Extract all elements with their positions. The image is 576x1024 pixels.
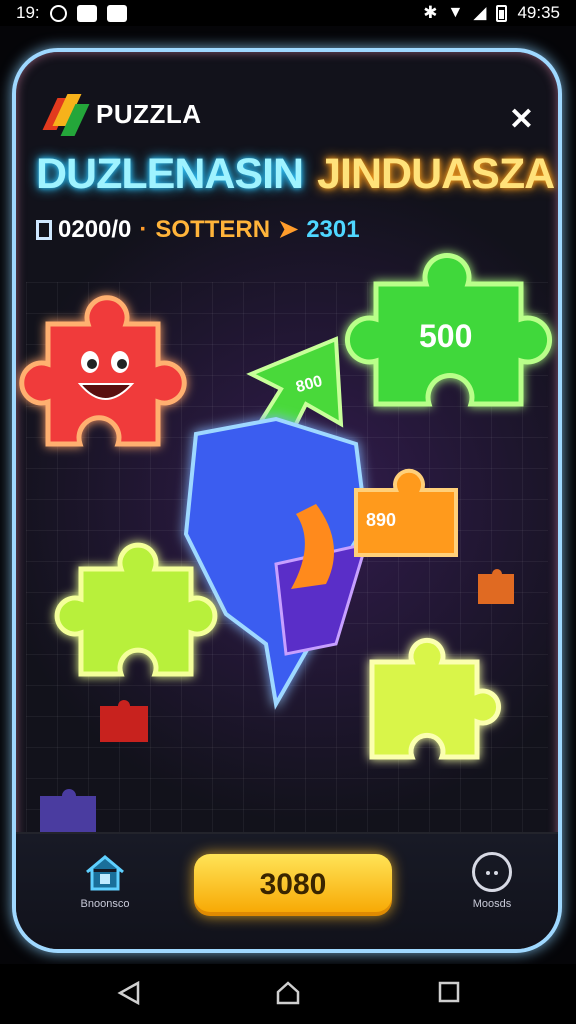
- notification-icon: [49, 4, 67, 22]
- separator-arrow: ➤: [278, 216, 299, 243]
- status-bar: 19: ✱ ▼ ◢ 49:35: [0, 0, 576, 26]
- score-value: 0200/0: [58, 215, 132, 243]
- orange-piece-value: 890: [366, 510, 397, 530]
- title-part-1: DUZLENASIN: [36, 150, 304, 198]
- status-time-right: 49:35: [517, 3, 560, 22]
- small-red-puzzle-piece: [94, 692, 154, 752]
- green-bonus-puzzle-piece[interactable]: 500: [344, 244, 553, 434]
- green-piece-value: 500: [419, 318, 473, 354]
- brand: PUZZLA: [42, 94, 202, 136]
- stat-label: SOTTERN: [155, 215, 271, 243]
- separator-dot: ·: [139, 215, 148, 243]
- back-icon[interactable]: [116, 980, 142, 1011]
- signal-icon: ◢: [473, 3, 487, 22]
- home-label: Bnoonsco: [80, 898, 130, 910]
- brand-name: PUZZLA: [96, 98, 202, 129]
- title-part-2: JINDUASZA: [317, 150, 555, 198]
- game-card: PUZZLA ✕ DUZLENASIN JINDUASZA 0200/0 · SO…: [12, 48, 562, 953]
- play-button[interactable]: 3080: [194, 854, 392, 916]
- close-icon[interactable]: ✕: [509, 102, 534, 137]
- status-time-left: 19:: [16, 3, 40, 22]
- lime-puzzle-piece[interactable]: [54, 534, 226, 699]
- small-orange-puzzle-piece: [472, 562, 520, 615]
- more-icon: [472, 852, 512, 892]
- bottom-bar: Bnoonsco 3080 Moosds: [16, 832, 558, 949]
- image-notification-icon: [76, 4, 97, 22]
- recents-icon[interactable]: [437, 980, 461, 1009]
- document-icon: [36, 219, 52, 240]
- app-logo-icon: [42, 94, 90, 136]
- stats-row: 0200/0 · SOTTERN ➤ 2301: [36, 215, 360, 244]
- home-nav-icon[interactable]: [275, 980, 301, 1011]
- home-button[interactable]: Bnoonsco: [74, 854, 136, 910]
- wifi-icon: ▼: [447, 4, 464, 21]
- page-title: DUZLENASIN JINDUASZA: [36, 150, 555, 199]
- more-label: Moosds: [472, 898, 512, 910]
- bluetooth-icon: ✱: [423, 3, 438, 22]
- more-button[interactable]: Moosds: [462, 852, 522, 910]
- orange-bonus-puzzle-piece[interactable]: 890: [346, 460, 466, 575]
- battery-icon: [496, 4, 508, 22]
- stat-count: 2301: [306, 215, 360, 243]
- message-notification-icon: [106, 4, 127, 22]
- home-icon: [83, 854, 127, 892]
- yellow-puzzle-piece[interactable]: [362, 627, 502, 782]
- system-nav-bar: [0, 964, 576, 1024]
